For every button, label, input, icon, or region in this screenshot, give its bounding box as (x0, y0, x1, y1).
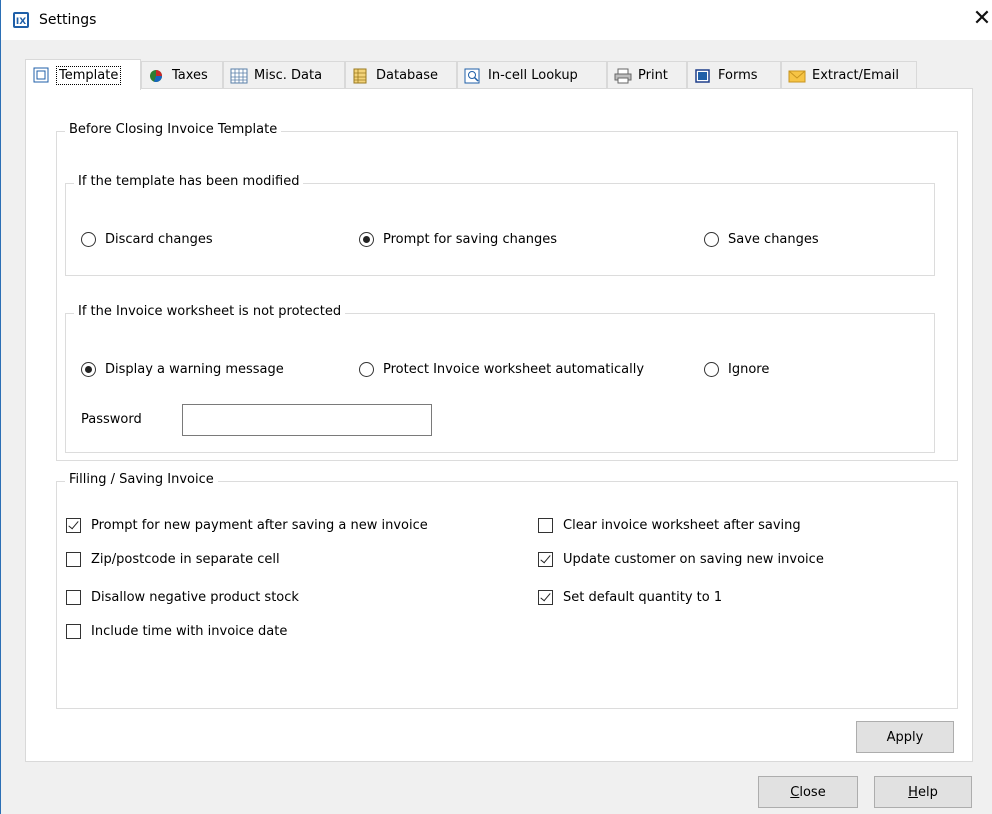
display-warning-label: Display a warning message (105, 362, 284, 377)
password-label: Password (81, 412, 142, 427)
filling-saving-legend: Filling / Saving Invoice (65, 472, 218, 487)
app-icon: IX (13, 12, 29, 28)
checkbox-box[interactable] (538, 552, 553, 567)
tab-forms-label: Forms (718, 68, 758, 83)
close-button-label: lose (799, 784, 826, 800)
default-quantity-checkbox[interactable]: Set default quantity to 1 (538, 590, 722, 605)
title-bar[interactable]: IX Settings ✕ (1, 0, 992, 40)
clear-worksheet-checkbox[interactable]: Clear invoice worksheet after saving (538, 518, 801, 533)
disallow-negative-stock-checkbox[interactable]: Disallow negative product stock (66, 590, 299, 605)
update-customer-checkbox[interactable]: Update customer on saving new invoice (538, 552, 824, 567)
lookup-icon (464, 68, 480, 83)
protect-automatically-label: Protect Invoice worksheet automatically (383, 362, 645, 377)
protect-automatically-radio[interactable]: Protect Invoice worksheet automatically (359, 362, 644, 377)
calendar-grid-icon (230, 68, 248, 83)
tab-extract-email-label: Extract/Email (812, 68, 900, 83)
database-icon (353, 68, 367, 83)
dialog-body: Template Taxes Misc. Data Database In-ce… (1, 40, 992, 814)
help-button[interactable]: Help (874, 776, 972, 808)
checkbox-box[interactable] (66, 590, 81, 605)
worksheet-not-protected-legend: If the Invoice worksheet is not protecte… (74, 304, 346, 319)
password-input[interactable] (182, 404, 432, 436)
form-icon (695, 68, 710, 83)
radio-circle[interactable] (81, 232, 96, 247)
clear-worksheet-label: Clear invoice worksheet after saving (563, 518, 801, 533)
discard-changes-label: Discard changes (105, 232, 213, 247)
window-title: Settings (39, 12, 97, 28)
tab-template-label: Template (56, 65, 122, 85)
tab-misc-data[interactable]: Misc. Data (223, 61, 345, 89)
tab-print-label: Print (638, 68, 668, 83)
radio-circle[interactable] (704, 232, 719, 247)
radio-circle[interactable] (81, 362, 96, 377)
ignore-radio[interactable]: Ignore (704, 362, 769, 377)
printer-icon (614, 68, 632, 83)
tab-in-cell-lookup[interactable]: In-cell Lookup (457, 61, 607, 89)
display-warning-radio[interactable]: Display a warning message (81, 362, 284, 377)
help-button-label: elp (917, 784, 938, 800)
prompt-new-payment-checkbox[interactable]: Prompt for new payment after saving a ne… (66, 518, 428, 533)
close-window-icon[interactable]: ✕ (971, 6, 992, 32)
tab-misc-data-label: Misc. Data (254, 68, 323, 83)
template-tab-panel: Before Closing Invoice Template If the t… (25, 88, 973, 762)
save-changes-label: Save changes (728, 232, 819, 247)
tab-template[interactable]: Template (25, 59, 141, 90)
settings-window: IX Settings ✕ Template Taxes Misc. Data … (0, 0, 992, 814)
tab-database[interactable]: Database (345, 61, 457, 89)
radio-circle[interactable] (704, 362, 719, 377)
checkbox-box[interactable] (66, 552, 81, 567)
save-changes-radio[interactable]: Save changes (704, 232, 819, 247)
help-button-accesskey: H (908, 784, 918, 800)
close-button-accesskey: C (790, 784, 800, 800)
worksheet-not-protected-group: If the Invoice worksheet is not protecte… (65, 304, 935, 453)
pie-chart-icon (150, 69, 162, 82)
tab-taxes-label: Taxes (172, 68, 208, 83)
tab-forms[interactable]: Forms (687, 61, 781, 89)
default-quantity-label: Set default quantity to 1 (563, 590, 723, 605)
template-modified-legend: If the template has been modified (74, 174, 304, 189)
svg-text:IX: IX (16, 17, 26, 27)
close-button[interactable]: Close (758, 776, 858, 808)
tab-taxes[interactable]: Taxes (141, 61, 223, 89)
template-modified-group: If the template has been modified Discar… (65, 174, 935, 276)
prompt-new-payment-label: Prompt for new payment after saving a ne… (91, 518, 428, 533)
template-icon (33, 67, 49, 83)
include-time-label: Include time with invoice date (91, 624, 288, 639)
discard-changes-radio[interactable]: Discard changes (81, 232, 213, 247)
tab-print[interactable]: Print (607, 61, 687, 89)
include-time-checkbox[interactable]: Include time with invoice date (66, 624, 287, 639)
filling-saving-group: Filling / Saving Invoice Prompt for new … (56, 472, 958, 709)
checkbox-box[interactable] (538, 518, 553, 533)
tab-extract-email[interactable]: Extract/Email (781, 61, 917, 89)
tab-database-label: Database (376, 68, 439, 83)
before-closing-legend: Before Closing Invoice Template (65, 122, 282, 137)
apply-button[interactable]: Apply (856, 721, 954, 753)
envelope-icon (788, 70, 806, 82)
before-closing-group: Before Closing Invoice Template If the t… (56, 122, 958, 461)
radio-circle[interactable] (359, 362, 374, 377)
radio-circle[interactable] (359, 232, 374, 247)
prompt-saving-changes-radio[interactable]: Prompt for saving changes (359, 232, 557, 247)
tab-in-cell-lookup-label: In-cell Lookup (488, 68, 578, 83)
ignore-label: Ignore (728, 362, 770, 377)
zip-separate-cell-checkbox[interactable]: Zip/postcode in separate cell (66, 552, 280, 567)
checkbox-box[interactable] (66, 624, 81, 639)
disallow-negative-stock-label: Disallow negative product stock (91, 590, 299, 605)
checkbox-box[interactable] (66, 518, 81, 533)
update-customer-label: Update customer on saving new invoice (563, 552, 824, 567)
prompt-saving-changes-label: Prompt for saving changes (383, 232, 558, 247)
zip-separate-cell-label: Zip/postcode in separate cell (91, 552, 280, 567)
checkbox-box[interactable] (538, 590, 553, 605)
